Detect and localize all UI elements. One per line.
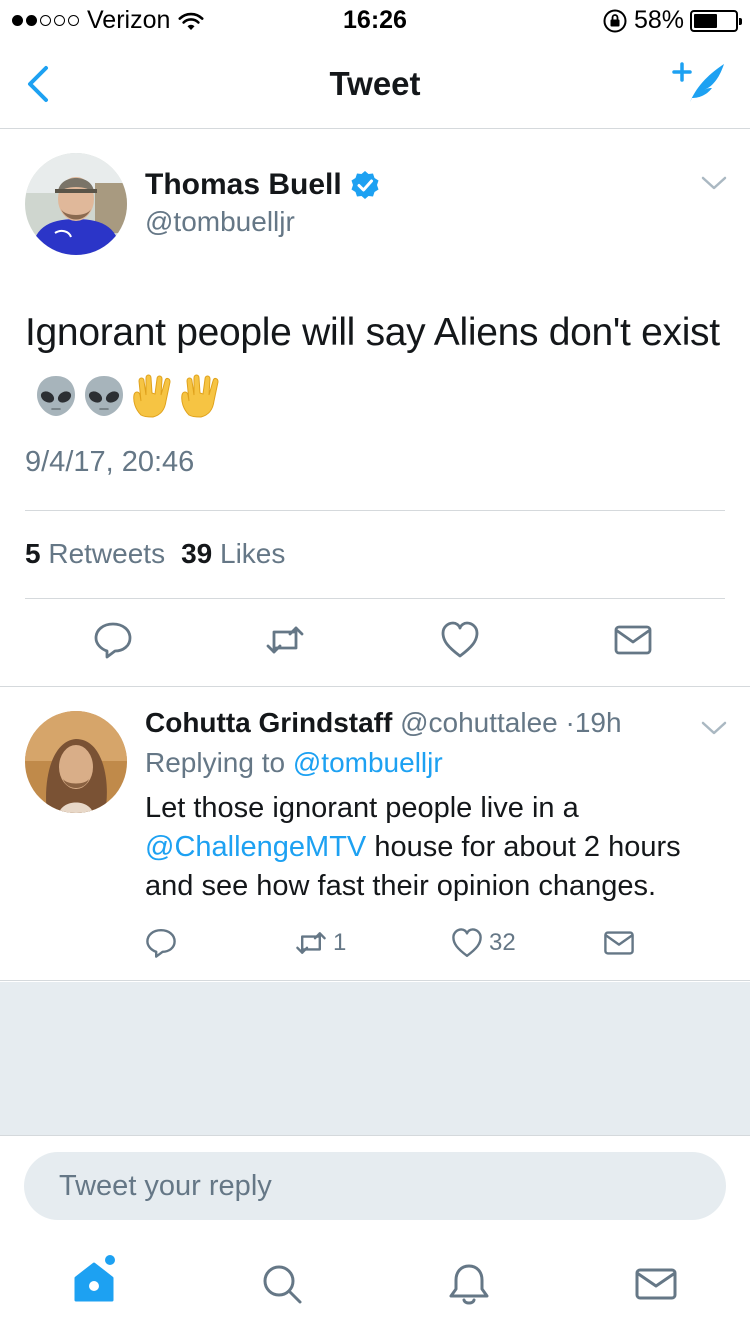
reply-like-count: 32: [489, 929, 516, 956]
author-name-text: Thomas Buell: [145, 168, 342, 201]
author-handle[interactable]: @tombuelljr: [145, 206, 295, 238]
replying-to: Replying to @tombuelljr: [145, 747, 443, 779]
status-bar-right: 58%: [602, 6, 742, 35]
tweet-stats: 5 Retweets 39 Likes: [25, 538, 285, 570]
reply-author-name[interactable]: Cohutta Grindstaff: [145, 707, 392, 738]
reply-tweet[interactable]: Cohutta Grindstaff @cohuttalee ·19h Repl…: [0, 687, 750, 981]
reply-text: Let those ignorant people live in a @Cha…: [145, 789, 735, 906]
reply-text-part1: Let those ignorant people live in a: [145, 792, 579, 824]
like-action[interactable]: 32: [451, 927, 516, 959]
author-name[interactable]: Thomas Buell: [145, 168, 380, 202]
notifications-bell-icon[interactable]: [447, 1262, 491, 1306]
reply-icon: [146, 929, 176, 958]
tweet-actions: [0, 620, 750, 670]
likes-count: 39: [181, 538, 213, 569]
reply-input[interactable]: Tweet your reply: [24, 1152, 726, 1220]
like-heart-icon: [452, 928, 482, 957]
mention-link[interactable]: @ChallengeMTV: [145, 831, 366, 863]
reply-action[interactable]: [145, 927, 177, 959]
messages-icon[interactable]: [634, 1262, 678, 1306]
replying-to-handle-link[interactable]: @tombuelljr: [293, 747, 443, 778]
reply-bar: Tweet your reply: [0, 1136, 750, 1236]
retweets-count: 5: [25, 538, 41, 569]
like-heart-icon[interactable]: [440, 620, 480, 660]
reply-icon[interactable]: [93, 620, 133, 660]
vulcan-salute-emoji-icon: [181, 374, 219, 418]
navigation-bar: Tweet: [0, 40, 750, 129]
tweet-timestamp: 9/4/17, 20:46: [25, 446, 195, 478]
direct-message-icon[interactable]: [613, 620, 653, 660]
alien-emoji-icon: [85, 375, 123, 416]
battery-percent: 58%: [633, 6, 684, 34]
empty-area: [0, 982, 750, 1136]
battery-icon: [690, 9, 742, 32]
page-title: Tweet: [329, 65, 421, 102]
tab-bar: [0, 1236, 750, 1334]
reply-header: Cohutta Grindstaff @cohuttalee ·19h: [145, 707, 622, 739]
emoji-group: [33, 373, 223, 419]
reply-author-handle[interactable]: @cohuttalee: [400, 707, 558, 738]
retweets-stat[interactable]: 5 Retweets: [25, 538, 165, 570]
divider: [25, 598, 725, 599]
compose-tweet-icon[interactable]: [670, 58, 728, 108]
reply-actions: 1 32: [145, 927, 705, 967]
likes-stat[interactable]: 39 Likes: [181, 538, 285, 570]
direct-message-icon: [604, 931, 634, 955]
likes-label: Likes: [220, 538, 286, 569]
retweet-icon: [296, 932, 326, 954]
chevron-down-icon[interactable]: [700, 174, 728, 192]
reply-time: 19h: [574, 707, 622, 738]
replying-to-label: Replying to: [145, 747, 286, 778]
tweet-text-body: Ignorant people will say Aliens don't ex…: [25, 311, 720, 354]
verified-badge-icon: [351, 171, 379, 199]
reply-input-placeholder: Tweet your reply: [59, 1169, 272, 1202]
reply-separator: ·: [565, 707, 575, 738]
retweet-icon[interactable]: [265, 620, 305, 660]
retweet-action[interactable]: 1: [295, 927, 346, 959]
retweets-label: Retweets: [48, 538, 166, 569]
avatar[interactable]: [25, 153, 127, 255]
home-icon[interactable]: [72, 1254, 120, 1306]
alien-emoji-icon: [37, 375, 75, 416]
tweet-text: Ignorant people will say Aliens don't ex…: [25, 302, 725, 424]
vulcan-salute-emoji-icon: [133, 374, 171, 418]
main-tweet: Thomas Buell @tombuelljr Ignorant people…: [0, 130, 750, 687]
search-icon[interactable]: [260, 1262, 304, 1306]
status-bar: Verizon 16:26 58%: [0, 0, 750, 40]
avatar[interactable]: [25, 711, 127, 813]
message-action[interactable]: [603, 927, 635, 959]
reply-retweet-count: 1: [333, 929, 347, 956]
orientation-lock-icon: [603, 9, 627, 32]
divider: [25, 510, 725, 511]
chevron-down-icon[interactable]: [700, 719, 728, 737]
